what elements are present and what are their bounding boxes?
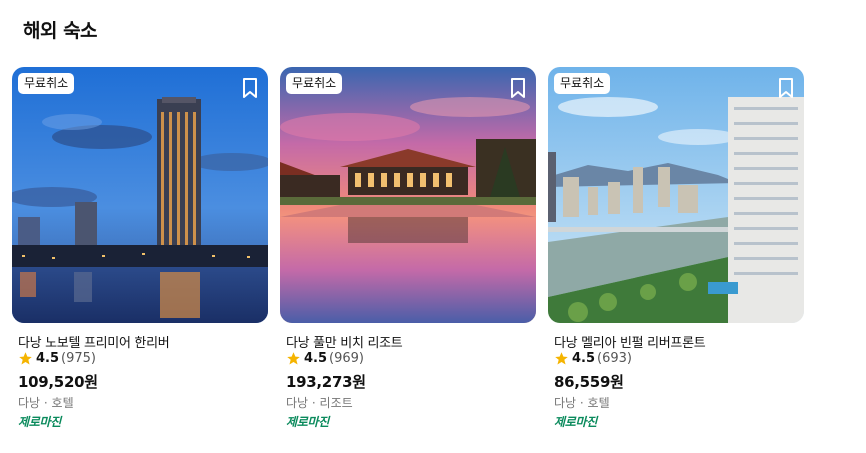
hotel-name[interactable]: 다낭 풀만 비치 리조트 — [286, 332, 403, 351]
hotel-photo[interactable]: 무료취소 — [12, 67, 268, 323]
free-cancel-badge: 무료취소 — [286, 73, 343, 94]
free-cancel-badge: 무료취소 — [18, 73, 75, 94]
review-count: (975) — [61, 351, 96, 366]
price: 86,559원 — [554, 373, 624, 391]
promo-tag: 제로마진 — [286, 415, 329, 429]
rating-value: 4.5 — [572, 351, 596, 366]
hotel-name[interactable]: 다낭 멜리아 빈펄 리버프론트 — [554, 332, 706, 351]
section-title: 해외 숙소 — [23, 20, 98, 42]
bookmark-icon[interactable] — [508, 77, 528, 99]
star-icon — [286, 351, 301, 366]
free-cancel-badge: 무료취소 — [554, 73, 611, 94]
hotel-photo[interactable]: 무료취소 — [548, 67, 804, 323]
price: 193,273원 — [286, 373, 366, 391]
rating-row: 4.5 (693) — [554, 351, 632, 366]
review-count: (693) — [597, 351, 632, 366]
price: 109,520원 — [18, 373, 98, 391]
location-type: 다낭 · 리조트 — [286, 396, 353, 410]
bookmark-icon[interactable] — [240, 77, 260, 99]
hotel-photo[interactable]: 무료취소 — [280, 67, 536, 323]
bookmark-icon[interactable] — [776, 77, 796, 99]
star-icon — [18, 351, 33, 366]
review-count: (969) — [329, 351, 364, 366]
rating-value: 4.5 — [36, 351, 60, 366]
rating-value: 4.5 — [304, 351, 328, 366]
location-type: 다낭 · 호텔 — [554, 396, 610, 410]
promo-tag: 제로마진 — [18, 415, 61, 429]
location-type: 다낭 · 호텔 — [18, 396, 74, 410]
hotel-card[interactable]: 무료취소 다낭 풀만 비치 리조트 4.5 (969) 193,273원 다낭 … — [280, 67, 536, 437]
star-icon — [554, 351, 569, 366]
rating-row: 4.5 (969) — [286, 351, 364, 366]
hotel-card[interactable]: 무료취소 다낭 멜리아 빈펄 리버프론트 4.5 (693) 86,559원 다… — [548, 67, 804, 437]
hotel-card[interactable]: 무료취소 다낭 노보텔 프리미어 한리버 4.5 (975) 109,520원 … — [12, 67, 268, 437]
promo-tag: 제로마진 — [554, 415, 597, 429]
rating-row: 4.5 (975) — [18, 351, 96, 366]
hotel-name[interactable]: 다낭 노보텔 프리미어 한리버 — [18, 332, 170, 351]
